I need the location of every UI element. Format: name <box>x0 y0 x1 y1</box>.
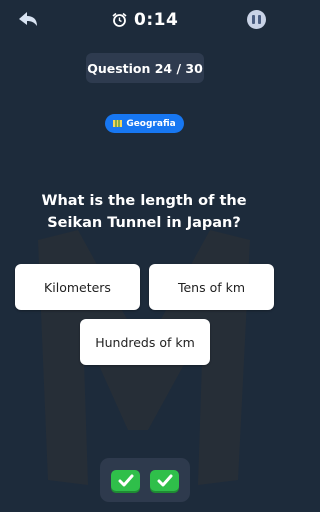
timer-value: 0:14 <box>134 10 179 30</box>
question-text: What is the length of the Seikan Tunnel … <box>41 193 247 231</box>
category-label: Geografia <box>126 118 176 129</box>
top-bar: 0:14 <box>0 0 288 40</box>
back-arrow-icon <box>19 12 37 26</box>
timer: 0:14 <box>112 9 178 31</box>
lifeline-button-2[interactable] <box>150 469 179 491</box>
answer-option-1[interactable]: Kilometers <box>15 264 140 310</box>
lifeline-panel <box>100 458 190 502</box>
checkmark-icon <box>157 474 172 486</box>
alarm-clock-icon <box>112 12 127 27</box>
lifeline-button-1[interactable] <box>111 469 140 491</box>
checkmark-icon <box>118 474 133 486</box>
pause-button[interactable] <box>247 10 266 29</box>
map-icon <box>113 120 123 127</box>
pause-icon <box>252 15 255 24</box>
answer-option-2[interactable]: Tens of km <box>149 264 274 310</box>
question-counter: Question 24 / 30 <box>86 53 204 83</box>
category-badge: Geografia <box>105 114 184 133</box>
back-button[interactable] <box>16 9 40 31</box>
answer-option-3[interactable]: Hundreds of km <box>80 319 210 365</box>
